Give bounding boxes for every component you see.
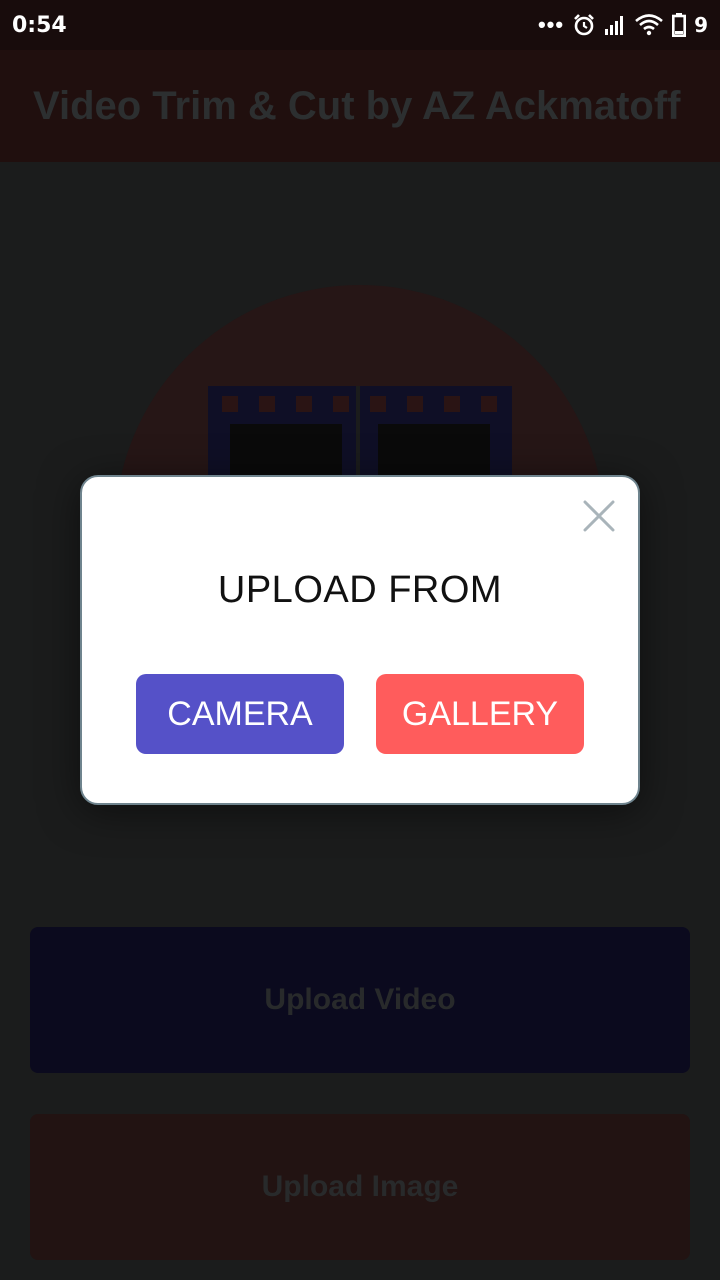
dialog-title: UPLOAD FROM [217, 569, 503, 611]
wifi-icon [635, 14, 663, 36]
camera-button[interactable]: CAMERA [136, 674, 344, 754]
upload-video-button[interactable]: Upload Video [30, 927, 690, 1073]
battery-icon [672, 13, 687, 37]
status-time: 0:54 [12, 12, 67, 38]
close-icon[interactable] [582, 499, 616, 533]
status-icons: ••• 9 [538, 12, 708, 38]
gallery-button[interactable]: GALLERY [376, 674, 584, 754]
notification-dots: ••• [537, 12, 565, 37]
status-bar: 0:54 ••• 9 [0, 0, 720, 50]
app-title: Video Trim & Cut by AZ Ackmatoff [33, 84, 681, 128]
battery-level: 9 [694, 13, 708, 37]
upload-dialog: UPLOAD FROM CAMERA GALLERY [80, 475, 640, 805]
alarm-icon [574, 14, 594, 36]
signal-icon [605, 16, 624, 35]
upload-image-button[interactable]: Upload Image [30, 1114, 690, 1260]
app-bar: Video Trim & Cut by AZ Ackmatoff [0, 50, 720, 162]
